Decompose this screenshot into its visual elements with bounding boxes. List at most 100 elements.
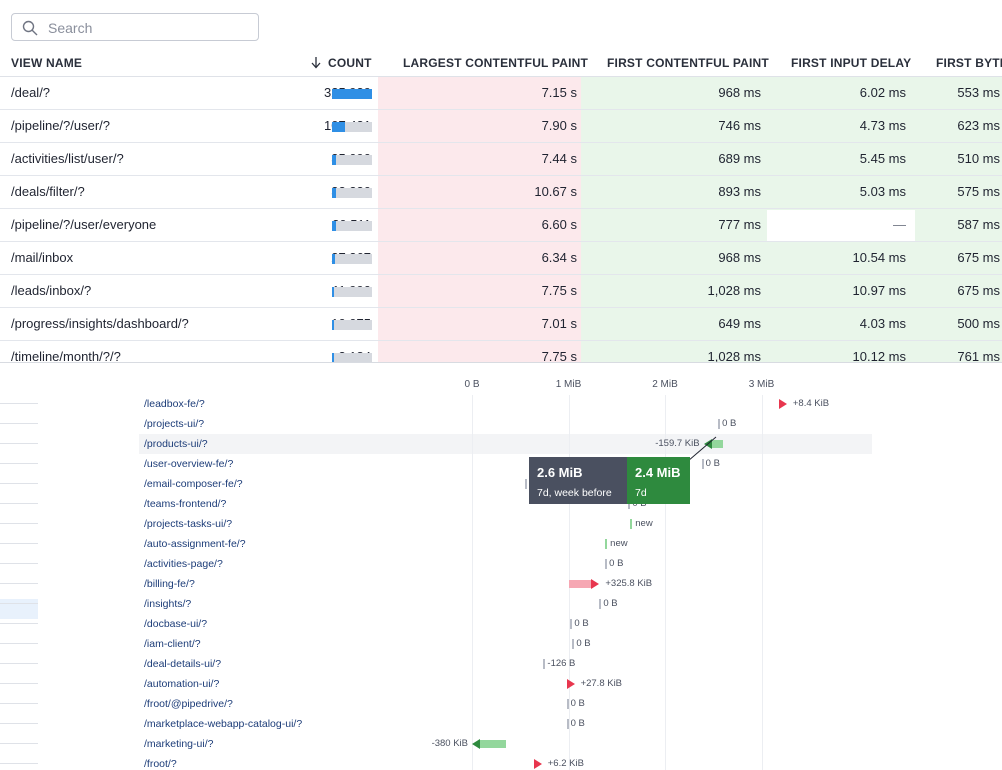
table-row[interactable]: /deals/filter/?32,23010.67 s893 ms5.03 m…: [0, 176, 1002, 209]
fid-cell: 5.03 ms: [859, 184, 906, 199]
left-list-divider: [0, 743, 38, 744]
column-header-fid[interactable]: FIRST INPUT DELAY: [791, 56, 911, 70]
view-name-cell[interactable]: /progress/insights/dashboard/?: [11, 316, 189, 331]
unchanged-marker: [572, 639, 575, 649]
category-label[interactable]: /teams-frontend/?: [144, 498, 226, 510]
view-name-cell[interactable]: /deals/filter/?: [11, 184, 85, 199]
table-row[interactable]: /pipeline/?/user/?107,4217.90 s746 ms4.7…: [0, 110, 1002, 143]
category-label[interactable]: /activities-page/?: [144, 558, 223, 570]
x-tick-label: 2 MiB: [652, 379, 678, 390]
sort-arrow-down-icon[interactable]: [310, 56, 322, 70]
unchanged-marker: [543, 659, 546, 669]
delta-label: +8.4 KiB: [792, 398, 830, 409]
left-list-divider: [0, 663, 38, 664]
table-row[interactable]: /mail/inbox27,3676.34 s968 ms10.54 ms675…: [0, 242, 1002, 275]
first-byte-cell: 675 ms: [957, 283, 1000, 298]
category-label[interactable]: /deal-details-ui/?: [144, 658, 221, 670]
tooltip-before: 2.6 MiB 7d, week before: [529, 457, 627, 504]
category-label[interactable]: /user-overview-fe/?: [144, 458, 233, 470]
count-bar-track: [332, 188, 372, 198]
chart-tooltip: 2.6 MiB 7d, week before 2.4 MiB 7d: [529, 457, 690, 504]
category-label[interactable]: /froot/?: [144, 758, 177, 770]
column-header-fcp[interactable]: FIRST CONTENTFUL PAINT: [607, 56, 769, 70]
tooltip-now-value: 2.4 MiB: [635, 465, 681, 480]
count-bar-fill: [332, 320, 334, 330]
category-label[interactable]: /froot/@pipedrive/?: [144, 698, 233, 710]
category-label[interactable]: /marketing-ui/?: [144, 738, 213, 750]
unchanged-marker: [566, 699, 569, 709]
tooltip-pointer: [687, 436, 717, 462]
column-header-lcp[interactable]: LARGEST CONTENTFUL PAINT: [403, 56, 588, 70]
category-label[interactable]: /docbase-ui/?: [144, 618, 207, 630]
category-label[interactable]: /leadbox-fe/?: [144, 398, 205, 410]
column-header-first-byte[interactable]: FIRST BYTE: [936, 56, 1002, 70]
count-bar-fill: [332, 353, 334, 362]
left-list-divider: [0, 603, 38, 604]
count-bar-track: [332, 221, 372, 231]
delta-label: +27.8 KiB: [580, 678, 623, 689]
delta-label: 0 B: [722, 418, 737, 429]
x-gridline: [665, 395, 666, 770]
table-row[interactable]: /progress/insights/dashboard/?10,0757.01…: [0, 308, 1002, 341]
lcp-cell: 7.75 s: [541, 349, 577, 362]
left-list-divider: [0, 563, 38, 564]
left-list-divider: [0, 463, 38, 464]
lcp-cell: 7.75 s: [541, 283, 577, 298]
first-byte-cell: 623 ms: [957, 118, 1000, 133]
table-row[interactable]: /activities/list/user/?35,0907.44 s689 m…: [0, 143, 1002, 176]
search-input[interactable]: [46, 17, 250, 39]
left-list-divider: [0, 703, 38, 704]
category-label[interactable]: /projects-tasks-ui/?: [144, 518, 232, 530]
view-name-cell[interactable]: /timeline/month/?/?: [11, 349, 121, 362]
view-name-cell[interactable]: /activities/list/user/?: [11, 151, 124, 166]
view-name-cell[interactable]: /deal/?: [11, 85, 50, 100]
delta-label: 0 B: [574, 618, 589, 629]
category-label[interactable]: /email-composer-fe/?: [144, 478, 243, 490]
x-tick-label: 1 MiB: [555, 379, 582, 390]
count-bar-fill: [332, 89, 372, 99]
x-gridline: [761, 395, 763, 770]
count-bar-fill: [332, 122, 345, 132]
view-name-cell[interactable]: /mail/inbox: [11, 250, 73, 265]
view-name-cell[interactable]: /leads/inbox/?: [11, 283, 91, 298]
lcp-cell: 7.44 s: [541, 151, 577, 166]
table-row[interactable]: /pipeline/?/user/everyone30,5116.60 s777…: [0, 209, 1002, 242]
count-bar-fill: [332, 188, 336, 198]
category-label[interactable]: /projects-ui/?: [144, 418, 204, 430]
unchanged-marker: [570, 619, 573, 629]
fid-cell: 4.03 ms: [859, 316, 906, 331]
category-label[interactable]: /iam-client/?: [144, 638, 201, 650]
fcp-cell: 968 ms: [718, 85, 761, 100]
search-box[interactable]: [11, 13, 259, 41]
new-marker: [630, 519, 633, 529]
unchanged-marker: [525, 479, 528, 489]
view-name-cell[interactable]: /pipeline/?/user/?: [11, 118, 110, 133]
count-bar-fill: [332, 221, 336, 231]
category-label[interactable]: /insights/?: [144, 598, 191, 610]
left-list-divider: [0, 583, 38, 584]
table-row[interactable]: /deal/?325,9397.15 s968 ms6.02 ms553 ms: [0, 77, 1002, 110]
category-label[interactable]: /automation-ui/?: [144, 678, 219, 690]
increase-arrow: [778, 399, 787, 409]
unchanged-marker: [566, 719, 569, 729]
unchanged-marker: [605, 559, 608, 569]
tooltip-now-label: 7d: [635, 487, 647, 499]
category-label[interactable]: /billing-fe/?: [144, 578, 195, 590]
left-list-fragment: [0, 363, 38, 770]
column-header-view-name[interactable]: VIEW NAME: [11, 56, 82, 70]
first-byte-cell: 675 ms: [957, 250, 1000, 265]
category-label[interactable]: /marketplace-webapp-catalog-ui/?: [144, 718, 302, 730]
delta-label: new: [635, 518, 653, 529]
lcp-cell: 10.67 s: [534, 184, 577, 199]
view-name-cell[interactable]: /pipeline/?/user/everyone: [11, 217, 156, 232]
delta-label: +325.8 KiB: [605, 578, 653, 589]
table-row[interactable]: /timeline/month/?/?3,1847.75 s1,028 ms10…: [0, 341, 1002, 362]
count-bar-track: [332, 155, 372, 165]
column-header-count[interactable]: COUNT: [328, 56, 372, 70]
table-row[interactable]: /leads/inbox/?11,9907.75 s1,028 ms10.97 …: [0, 275, 1002, 308]
count-bar-fill: [332, 254, 335, 264]
x-tick-label: 0 B: [464, 379, 480, 390]
category-label[interactable]: /products-ui/?: [144, 438, 208, 450]
delta-label: +6.2 KiB: [547, 758, 584, 769]
category-label[interactable]: /auto-assignment-fe/?: [144, 538, 246, 550]
